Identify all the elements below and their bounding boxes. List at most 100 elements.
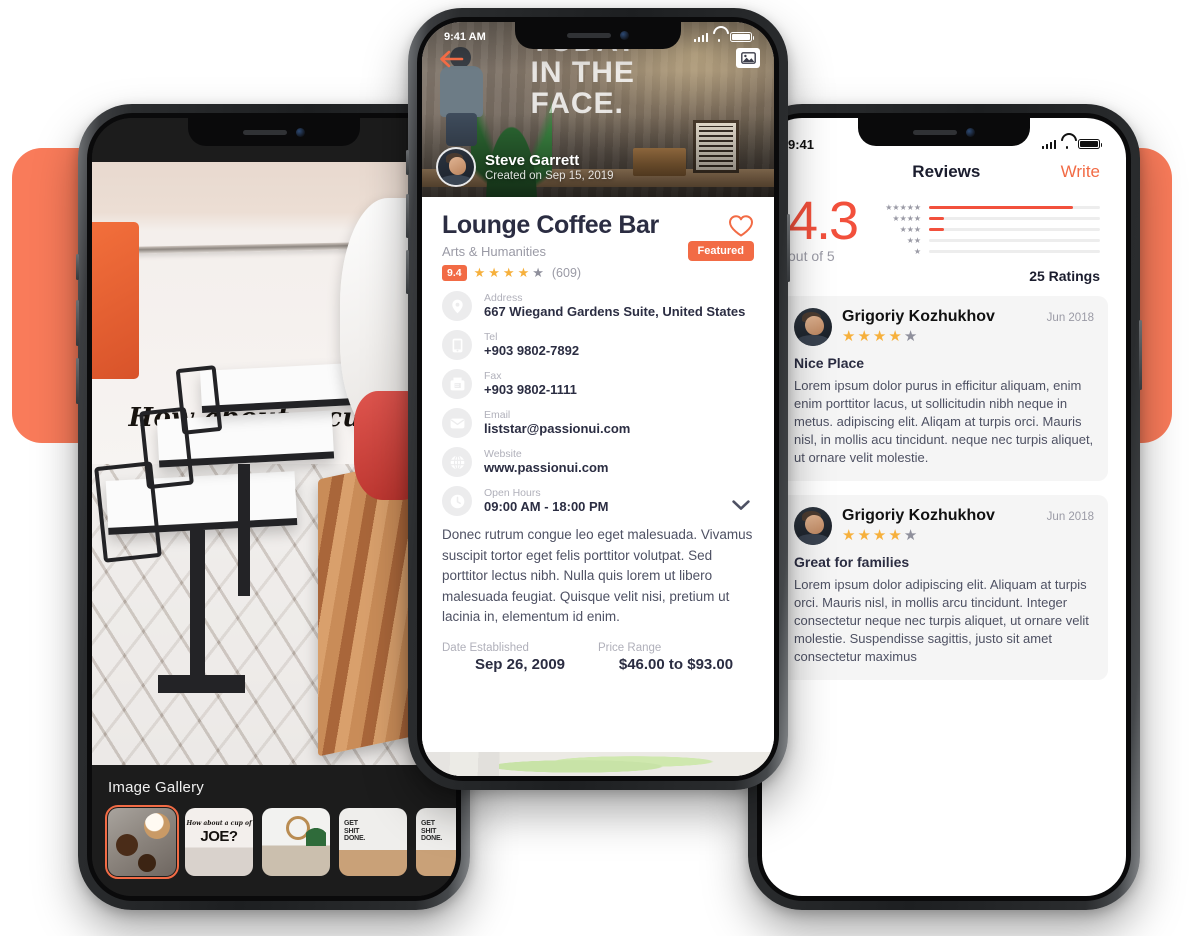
star-3: ★ [502,265,516,280]
review-date: Jun 2018 [1046,511,1094,523]
star-rating: ★★★★★ [474,265,545,281]
histogram-bar [929,206,1073,209]
info-value: +903 9802-1111 [484,382,577,397]
right-phone-mockup: 9:41 Reviews Write 4.3 out of 5 ★★★★★ ★★… [746,104,1142,910]
arrow-left-icon[interactable] [438,48,464,70]
write-review-button[interactable]: Write [1061,162,1100,182]
table-base [157,674,245,693]
star-4: ★ [517,265,531,280]
histogram-track [929,217,1100,220]
average-score-block: 4.3 out of 5 [788,194,859,264]
battery-icon [730,32,755,42]
right-phone-notch [858,118,1030,146]
info-row-tel[interactable]: Tel +903 9802-7892 [442,330,754,360]
envelope-icon [442,408,472,438]
gallery-thumb-joe-poster[interactable]: How about a cup of JOE? [185,808,253,876]
hero-author-block: Steve Garrett Created on Sep 15, 2019 [436,147,614,187]
star-4: ★ [888,328,904,345]
author-created-date: Created on Sep 15, 2019 [485,169,614,182]
star-1: ★ [842,328,858,345]
star-5: ★ [532,265,545,280]
histogram-star-label: ★★★ [899,225,922,234]
info-label: Email [484,409,511,421]
gallery-thumb-interior-mirror[interactable] [262,808,330,876]
histogram-track [929,250,1100,253]
avatar [794,507,832,545]
star-2: ★ [857,527,873,544]
phone-icon [442,330,472,360]
price-range-label: Price Range [598,641,662,654]
power-button[interactable] [1139,320,1142,390]
image-gallery-title: Image Gallery [108,779,204,796]
location-pin-icon [442,291,472,321]
info-row-address[interactable]: Address 667 Wiegand Gardens Suite, Unite… [442,291,754,321]
avatar [436,147,476,187]
info-value: +903 9802-7892 [484,343,580,358]
globe-icon [442,447,472,477]
listing-subtitle-row: Arts & Humanities Featured [442,241,754,261]
review-author: Grigoriy Kozhukhov [842,507,995,524]
listing-meta-row: Date Established Sep 26, 2009 Price Rang… [442,642,754,673]
review-header: Grigoriy Kozhukhov ★★★★★ Jun 2018 [794,308,1094,346]
histogram-row-1-star: ★ [873,246,1100,257]
photo-icon[interactable] [736,48,760,68]
info-row-email[interactable]: Email liststar@passionui.com [442,408,754,438]
histogram-star-label: ★★ [906,236,922,245]
info-row-website[interactable]: Website www.passionui.com [442,447,754,477]
listing-detail-body: Lounge Coffee Bar Arts & Humanities Feat… [422,197,774,744]
status-time: 9:41 [788,136,815,152]
gallery-thumb-get-shit-done-2[interactable]: GET SHIT DONE. [416,808,456,876]
heart-icon[interactable] [728,214,754,238]
table-leg [237,463,250,597]
power-button[interactable] [787,214,790,282]
fax-icon [442,369,472,399]
review-header: Grigoriy Kozhukhov ★★★★★ Jun 2018 [794,507,1094,545]
volume-down-button[interactable] [406,250,409,294]
review-title: Nice Place [794,355,865,371]
reviews-title: Reviews [912,162,981,181]
gallery-thumb-get-shit-done[interactable]: GET SHIT DONE. [339,808,407,876]
star-1: ★ [473,265,487,280]
wifi-icon [713,33,725,42]
listing-rating-row: 9.4 ★ ★ ★ ★ ★ (609) [442,265,754,281]
chevron-down-icon[interactable] [732,498,750,516]
info-row-fax[interactable]: Fax +903 9802-1111 [442,369,754,399]
volume-down-button[interactable] [76,358,79,404]
earpiece-speaker [567,33,611,38]
wifi-icon [1061,140,1073,149]
thumb-script-text: How about a cup of [186,820,252,827]
info-label: Website [484,448,522,460]
right-phone-screen: 9:41 Reviews Write 4.3 out of 5 ★★★★★ ★★… [762,118,1126,896]
orange-stool [92,222,140,380]
clock-icon [442,486,472,516]
center-phone-screen: TODAY IN THE FACE. 9:41 AM [422,22,774,776]
review-card[interactable]: Grigoriy Kozhukhov ★★★★★ Jun 2018 Great … [780,495,1108,680]
gallery-main-photo[interactable]: How about a cup of JOE? [92,162,456,765]
status-indicators [1041,139,1103,149]
volume-up-button[interactable] [76,300,79,346]
review-title: Great for families [794,554,910,570]
listing-category: Arts & Humanities [442,243,547,259]
front-camera [966,127,975,137]
rating-summary: 4.3 out of 5 ★★★★★ ★★★★ ★★★ ★★ ★ [762,192,1126,264]
info-row-open-hours[interactable]: Open Hours 09:00 AM - 18:00 PM [442,486,754,516]
left-phone-notch [188,118,360,146]
listing-info-list: Address 667 Wiegand Gardens Suite, Unite… [442,291,754,516]
gallery-thumb-coffee-portafilter[interactable] [105,805,179,879]
image-gallery-section: Image Gallery How about a cup of JOE? GE… [92,765,456,896]
star-5: ★ [903,527,920,544]
volume-up-button[interactable] [406,194,409,238]
date-established-label: Date Established [442,641,529,654]
listing-map-preview[interactable] [422,752,774,776]
histogram-row-5-star: ★★★★★ [873,202,1100,213]
gallery-thumb-strip[interactable]: How about a cup of JOE? GET SHIT DONE. G… [105,805,456,879]
avatar [794,308,832,346]
mute-switch[interactable] [406,150,409,175]
info-label: Open Hours [484,487,541,499]
info-value: liststar@passionui.com [484,421,631,436]
ratings-count: 25 Ratings [1029,268,1100,284]
mute-switch[interactable] [76,254,79,280]
score-chip: 9.4 [442,265,467,281]
reviews-list: Grigoriy Kozhukhov ★★★★★ Jun 2018 Nice P… [762,284,1126,694]
review-card[interactable]: Grigoriy Kozhukhov ★★★★★ Jun 2018 Nice P… [780,296,1108,481]
